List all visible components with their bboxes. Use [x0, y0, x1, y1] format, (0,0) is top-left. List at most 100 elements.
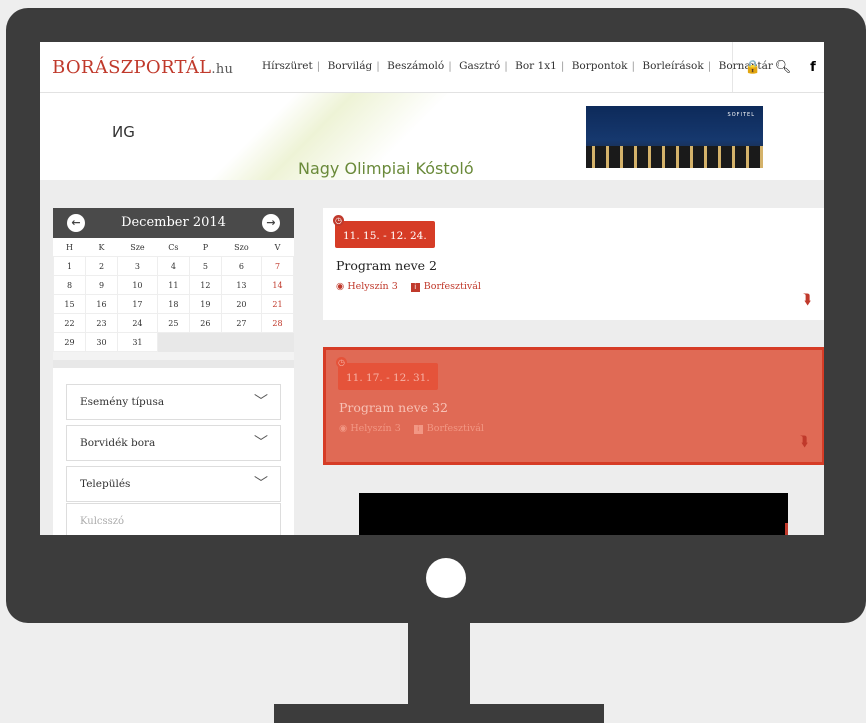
calendar-day[interactable]: 3 [117, 256, 158, 276]
calendar-day[interactable]: 18 [156, 294, 190, 314]
banner-subtext: Nagy Olimpiai Kóstoló [298, 159, 474, 178]
nav-item-beszamolo[interactable]: Beszámoló [387, 60, 444, 72]
browser-screen: BORÁSZPORTÁL.hu Hírszüret | Borvilág | Bes… [40, 42, 824, 535]
event-date-badge: 11. 15. - 12. 24. [335, 221, 435, 248]
calendar-empty [189, 332, 222, 352]
calendar-title: December 2014 [121, 215, 226, 230]
location-pin-icon: ◉ [339, 423, 348, 434]
nav-item-borvilag[interactable]: Borvilág [328, 60, 373, 72]
settlement-select[interactable]: Település ﹀ [66, 466, 281, 502]
event-type-select[interactable]: Esemény típusa ﹀ [66, 384, 281, 420]
calendar-day[interactable]: 5 [188, 256, 222, 276]
event-location: Helyszín 3 [350, 423, 401, 434]
banner-text: ИG [112, 123, 135, 141]
event-meta: ◉ Helyszín 3 i Borfesztivál [336, 281, 481, 292]
event-date-badge: 11. 17. - 12. 31. [338, 363, 438, 390]
nav-item-hirszuret[interactable]: Hírszüret [262, 60, 313, 72]
clock-icon: ◷ [336, 357, 347, 368]
clock-icon: ◷ [333, 215, 344, 226]
weekday-label: Sze [130, 242, 145, 252]
calendar-day[interactable]: 7 [260, 256, 295, 276]
monitor-stand [408, 623, 470, 705]
chevron-down-icon: ﹀ [254, 476, 268, 492]
nav-item-bor1x1[interactable]: Bor 1x1 [515, 60, 557, 72]
hotel-sign: SOFITEL [727, 112, 755, 118]
main-nav: Hírszüret | Borvilág | Beszámoló | Gasztró |… [262, 60, 773, 72]
calendar-day[interactable]: 8 [53, 275, 86, 295]
header-icons: 🔒 🔍︎ f [738, 42, 824, 92]
calendar-day[interactable]: 19 [188, 294, 222, 314]
event-category: Borfesztivál [426, 423, 484, 434]
chevron-down-icon: ﹀ [254, 394, 268, 410]
calendar-empty [261, 332, 294, 352]
category-icon: i [410, 283, 420, 292]
calendar-day[interactable]: 22 [53, 313, 86, 333]
weekday-label: K [98, 242, 105, 252]
next-month-button[interactable]: → [262, 214, 280, 232]
calendar-day-today[interactable]: 14 [260, 275, 295, 295]
chevron-down-icon: ﹀ [254, 435, 268, 451]
site-header: BORÁSZPORTÁL.hu Hírszüret | Borvilág | Bes… [40, 42, 824, 93]
nav-item-borleirasok[interactable]: Borleírások [642, 60, 703, 72]
sidebar: ← December 2014 → H K Sze Cs P Szo V 1 2… [53, 208, 295, 535]
weekday-label: H [66, 242, 73, 252]
event-meta: ◉ Helyszín 3 i Borfesztivál [339, 423, 484, 434]
video-player[interactable] [359, 493, 788, 535]
power-button-icon [426, 558, 466, 598]
calendar-day[interactable]: 24 [117, 313, 158, 333]
calendar-day[interactable]: 25 [156, 313, 190, 333]
event-title[interactable]: Program neve 32 [339, 400, 448, 415]
nav-item-gasztro[interactable]: Gasztró [459, 60, 500, 72]
location-pin-icon: ◉ [336, 281, 345, 292]
calendar-day[interactable]: 16 [85, 294, 118, 314]
calendar-day[interactable]: 31 [117, 332, 158, 352]
keyword-input[interactable]: Kulcsszó [66, 503, 281, 535]
event-category: Borfesztivál [423, 281, 481, 292]
calendar-day[interactable]: 11 [156, 275, 190, 295]
weekday-label: Cs [168, 242, 179, 252]
share-arrow-icon[interactable]: ⮯ [803, 292, 811, 308]
calendar-day[interactable]: 29 [53, 332, 86, 352]
calendar-day[interactable]: 26 [188, 313, 222, 333]
monitor-frame: BORÁSZPORTÁL.hu Hírszüret | Borvilág | Bes… [6, 8, 866, 623]
calendar-day[interactable]: 15 [53, 294, 86, 314]
lock-icon[interactable]: 🔒 [738, 60, 768, 75]
calendar-day[interactable]: 23 [85, 313, 118, 333]
calendar-day[interactable]: 28 [260, 313, 295, 333]
weekday-label: P [202, 242, 209, 252]
category-icon: i [413, 425, 423, 434]
filter-panel: Esemény típusa ﹀ Borvidék bora ﹀ Települ… [53, 368, 294, 535]
share-arrow-icon[interactable]: ⮯ [800, 434, 808, 450]
calendar-day[interactable]: 20 [220, 294, 262, 314]
calendar-day[interactable]: 13 [220, 275, 262, 295]
site-logo[interactable]: BORÁSZPORTÁL.hu [52, 57, 233, 78]
event-card-highlighted[interactable]: 11. 17. - 12. 31. ◷ Program neve 32 ◉ He… [323, 347, 824, 465]
calendar-day[interactable]: 4 [156, 256, 190, 276]
nav-item-borpontok[interactable]: Borpontok [572, 60, 628, 72]
calendar-header: ← December 2014 → [53, 208, 294, 238]
monitor-base [274, 704, 604, 723]
event-location: Helyszín 3 [347, 281, 398, 292]
weekday-label: V [274, 242, 281, 252]
wine-region-select[interactable]: Borvidék bora ﹀ [66, 425, 281, 461]
event-title[interactable]: Program neve 2 [336, 258, 437, 273]
facebook-icon[interactable]: f [798, 60, 824, 75]
calendar-day[interactable]: 10 [117, 275, 158, 295]
weekday-label: Szo [234, 242, 249, 252]
calendar-day[interactable]: 17 [117, 294, 158, 314]
calendar-day[interactable]: 30 [85, 332, 118, 352]
calendar-day[interactable]: 12 [188, 275, 222, 295]
ad-banner[interactable]: ИG Nagy Olimpiai Kóstoló SOFITEL [40, 93, 824, 180]
search-icon[interactable]: 🔍︎ [768, 60, 798, 75]
calendar-day[interactable]: 6 [220, 256, 262, 276]
calendar-day[interactable]: 27 [220, 313, 262, 333]
calendar-day[interactable]: 21 [260, 294, 295, 314]
calendar-empty [157, 332, 190, 352]
calendar-grid: H K Sze Cs P Szo V 1 2 3 4 5 6 7 8 9 10 … [53, 238, 295, 352]
event-card[interactable]: 11. 15. - 12. 24. ◷ Program neve 2 ◉ Hel… [323, 208, 824, 320]
calendar-empty [221, 332, 262, 352]
calendar-day[interactable]: 9 [85, 275, 118, 295]
hotel-ad-image[interactable]: SOFITEL [586, 106, 763, 168]
calendar-day[interactable]: 2 [85, 256, 118, 276]
calendar-day[interactable]: 1 [53, 256, 86, 276]
